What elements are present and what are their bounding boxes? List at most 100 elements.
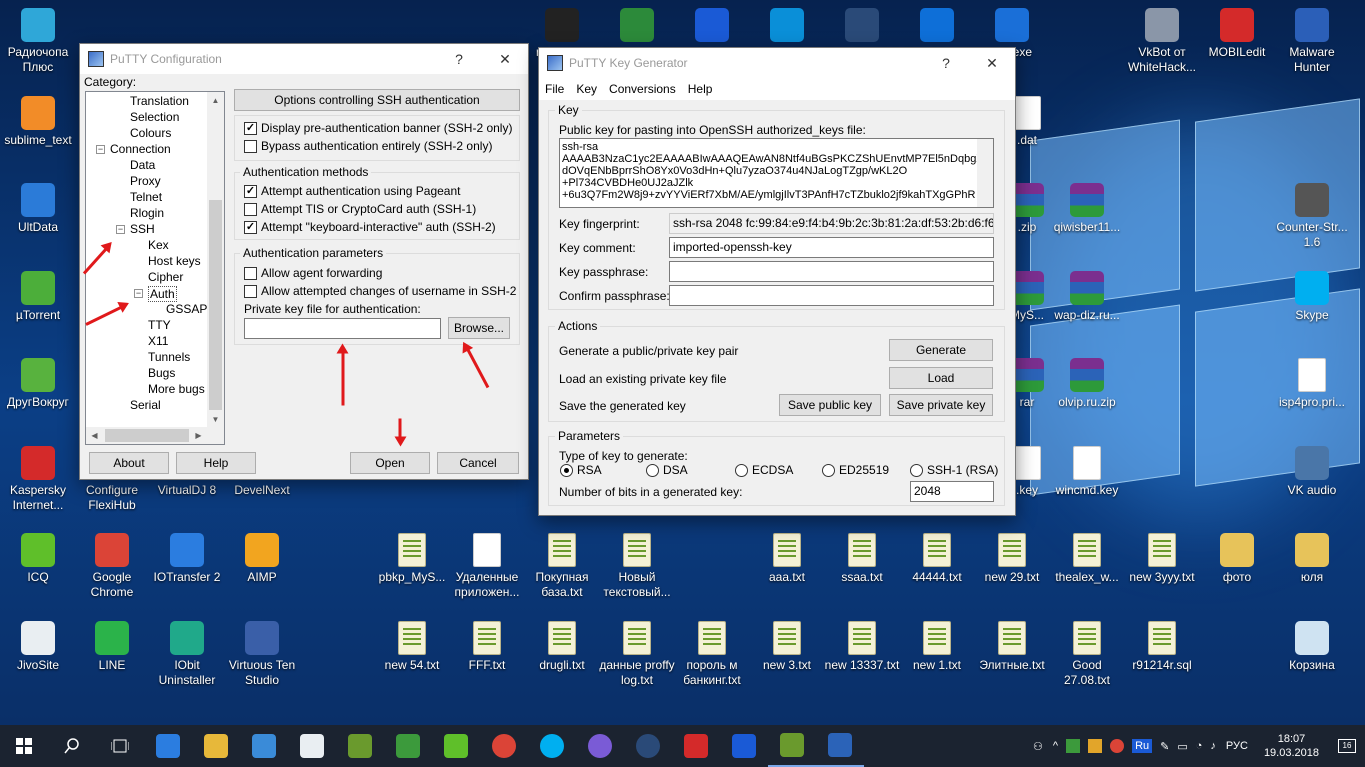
open-button[interactable]: Open — [350, 452, 430, 474]
desktop-icon[interactable]: Новый текстовый... — [599, 533, 675, 600]
start-button[interactable] — [0, 725, 48, 767]
taskbar-app-button[interactable] — [576, 725, 624, 767]
taskbar-app-button[interactable] — [480, 725, 528, 767]
tree-item-cipher[interactable]: Cipher — [148, 270, 183, 284]
taskbar-app-button[interactable] — [144, 725, 192, 767]
tree-item-tty[interactable]: TTY — [148, 318, 171, 332]
scroll-left-arrow-icon[interactable]: ◀ — [86, 427, 103, 444]
menu-conversions[interactable]: Conversions — [603, 78, 682, 100]
generate-button[interactable]: Generate — [889, 339, 993, 361]
desktop-icon[interactable]: Virtuous Ten Studio — [224, 621, 300, 688]
agent-forwarding-checkbox[interactable]: Allow agent forwarding — [244, 266, 382, 280]
desktop-icon[interactable]: Корзина — [1274, 621, 1350, 673]
display-banner-checkbox[interactable]: ✓ Display pre-authentication banner (SSH-… — [244, 121, 512, 135]
keyboard-interactive-checkbox[interactable]: ✓ Attempt "keyboard-interactive" auth (SS… — [244, 220, 496, 234]
bypass-auth-checkbox[interactable]: Bypass authentication entirely (SSH-2 on… — [244, 139, 492, 153]
tree-item-ssh[interactable]: SSH — [130, 222, 155, 236]
radio-ecdsa[interactable]: ECDSA — [735, 463, 793, 477]
desktop-icon[interactable]: pbkp_MyS... — [374, 533, 450, 585]
desktop-icon[interactable]: VkBot от WhiteHack... — [1124, 8, 1200, 75]
desktop-icon[interactable]: VK audio — [1274, 446, 1350, 498]
tree-item-more-bugs[interactable]: More bugs — [148, 382, 205, 396]
help-dialog-button[interactable]: Help — [176, 452, 256, 474]
taskbar-app-button[interactable] — [288, 725, 336, 767]
volume-icon[interactable]: ♪ — [1206, 740, 1220, 752]
desktop-icon[interactable]: aaa.txt — [749, 533, 825, 585]
tree-item-host-keys[interactable]: Host keys — [148, 254, 201, 268]
ru-badge[interactable]: Ru — [1132, 739, 1153, 753]
tree-horizontal-scrollbar[interactable]: ◀ ▶ — [86, 427, 224, 444]
desktop-icon[interactable]: ДругВокруг — [0, 358, 76, 410]
clock[interactable]: 18:07 19.03.2018 — [1254, 732, 1329, 760]
taskbar-app-button[interactable] — [768, 725, 816, 767]
desktop-icon[interactable]: new 13337.txt — [824, 621, 900, 673]
desktop-icon[interactable]: Good 27.08.txt — [1049, 621, 1125, 688]
desktop-icon[interactable]: new 54.txt — [374, 621, 450, 673]
tree-item-x11[interactable]: X11 — [148, 334, 168, 348]
taskbar-app-button[interactable] — [528, 725, 576, 767]
taskbar-app-button[interactable] — [672, 725, 720, 767]
people-icon[interactable]: ⚇ — [1027, 740, 1049, 753]
scroll-thumb[interactable] — [209, 200, 222, 410]
taskbar-app-button[interactable] — [432, 725, 480, 767]
desktop-icon[interactable]: UltData — [0, 183, 76, 235]
bits-input[interactable]: 2048 — [910, 481, 994, 502]
desktop-icon[interactable]: AIMP — [224, 533, 300, 585]
tree-item-auth[interactable]: Auth — [148, 286, 177, 302]
desktop-icon[interactable]: r91214r.sql — [1124, 621, 1200, 673]
tree-item-telnet[interactable]: Telnet — [130, 190, 162, 204]
task-view-button[interactable] — [96, 725, 144, 767]
tree-item-kex[interactable]: Kex — [148, 238, 169, 252]
desktop-icon[interactable]: Удаленные приложен... — [449, 533, 525, 600]
menu-help[interactable]: Help — [682, 78, 719, 100]
search-button[interactable] — [48, 725, 96, 767]
browse-button[interactable]: Browse... — [448, 317, 510, 339]
desktop-icon[interactable]: new 1.txt — [899, 621, 975, 673]
category-tree[interactable]: Translation Selection Colours Connection − Da… — [85, 91, 225, 445]
taskbar-app-button[interactable] — [720, 725, 768, 767]
save-public-key-button[interactable]: Save public key — [779, 394, 881, 416]
tray-chevron-icon[interactable]: ^ — [1049, 740, 1062, 752]
desktop-icon[interactable]: new 29.txt — [974, 533, 1050, 585]
language-indicator[interactable]: РУС — [1220, 740, 1254, 752]
wifi-icon[interactable]: ◔ — [1192, 740, 1207, 752]
desktop-icon[interactable]: IOTransfer 2 — [149, 533, 225, 585]
keygen-help-button[interactable]: ? — [923, 55, 969, 71]
desktop-icon[interactable]: FFF.txt — [449, 621, 525, 673]
desktop-icon[interactable]: Counter-Str... 1.6 — [1274, 183, 1350, 250]
desktop-icon[interactable]: Покупная база.txt — [524, 533, 600, 600]
pubkey-scrollbar[interactable] — [977, 139, 993, 207]
desktop-icon[interactable]: Skype — [1274, 271, 1350, 323]
feather-icon[interactable]: ✎ — [1156, 740, 1173, 753]
help-button[interactable]: ? — [436, 51, 482, 67]
desktop-icon[interactable]: Malware Hunter — [1274, 8, 1350, 75]
taskbar-app-button[interactable] — [240, 725, 288, 767]
radio-ssh1-rsa[interactable]: SSH-1 (RSA) — [910, 463, 998, 477]
taskbar-app-button[interactable] — [624, 725, 672, 767]
tree-item-colours[interactable]: Colours — [130, 126, 171, 140]
tree-item-translation[interactable]: Translation — [130, 94, 189, 108]
keygen-close-button[interactable]: ✕ — [969, 55, 1015, 72]
desktop-icon[interactable]: фото — [1199, 533, 1275, 585]
tree-item-serial[interactable]: Serial — [130, 398, 161, 412]
action-center-button[interactable]: 16 — [1329, 725, 1365, 767]
scroll-right-arrow-icon[interactable]: ▶ — [190, 427, 207, 444]
desktop-icon[interactable]: new 3yyy.txt — [1124, 533, 1200, 585]
desktop-icon[interactable]: new 3.txt — [749, 621, 825, 673]
radio-rsa[interactable]: RSA — [560, 463, 602, 477]
battery-icon[interactable]: ▭ — [1173, 740, 1191, 753]
taskbar-app-button[interactable] — [336, 725, 384, 767]
desktop-icon[interactable]: юля — [1274, 533, 1350, 585]
tree-item-connection[interactable]: Connection — [110, 142, 171, 156]
key-comment-input[interactable]: imported-openssh-key — [669, 237, 994, 258]
desktop-icon[interactable]: thealex_w... — [1049, 533, 1125, 585]
desktop-icon[interactable]: LINE — [74, 621, 150, 673]
cancel-button[interactable]: Cancel — [437, 452, 519, 474]
desktop-icon[interactable]: isp4pro.pri... — [1274, 358, 1350, 410]
tis-checkbox[interactable]: Attempt TIS or CryptoCard auth (SSH-1) — [244, 202, 476, 216]
private-key-file-input[interactable] — [244, 318, 441, 339]
key-passphrase-input[interactable] — [669, 261, 994, 282]
tree-collapse-icon[interactable]: − — [116, 225, 125, 234]
tree-item-proxy[interactable]: Proxy — [130, 174, 161, 188]
confirm-passphrase-input[interactable] — [669, 285, 994, 306]
